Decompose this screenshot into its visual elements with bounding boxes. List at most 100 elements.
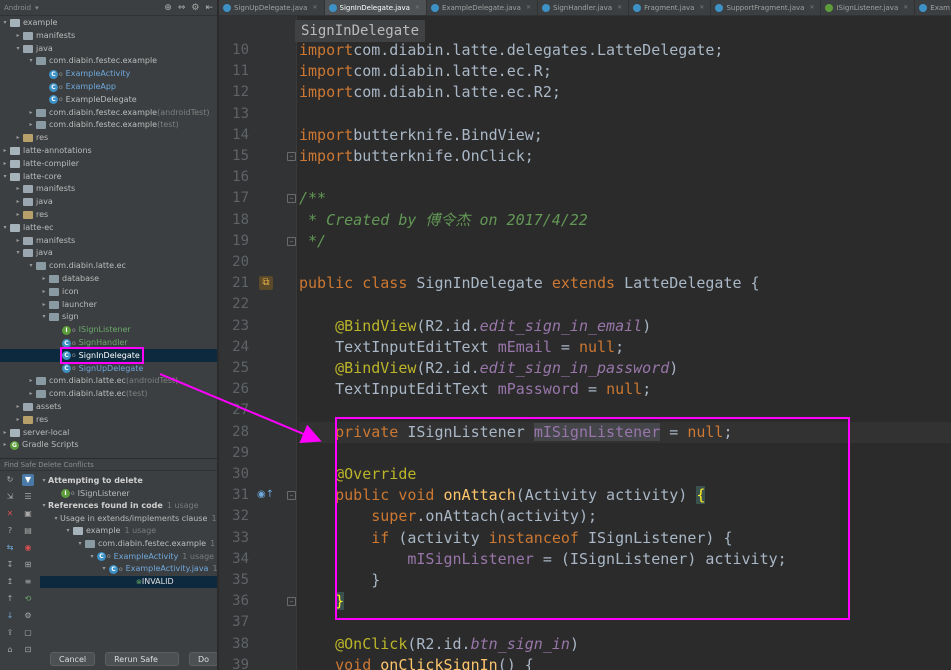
expand-arrow-icon[interactable]: ▾ bbox=[14, 43, 22, 55]
tree-item[interactable]: ▸ manifests bbox=[14, 183, 75, 195]
collapse-arrow-icon[interactable]: ▸ bbox=[27, 119, 35, 131]
fold-marker-icon[interactable]: – bbox=[287, 194, 296, 204]
code-line[interactable]: void onClickSignIn() { bbox=[299, 655, 534, 670]
editor-tab[interactable]: ExampleDelegate.java ✕ bbox=[427, 0, 538, 15]
close-tab-icon[interactable]: ✕ bbox=[617, 0, 622, 15]
tree-item[interactable]: ▸ assets bbox=[14, 401, 61, 413]
rerun-icon[interactable]: ↻ bbox=[4, 474, 16, 486]
close-tab-icon[interactable]: ✕ bbox=[699, 0, 704, 15]
collapse-all-icon[interactable]: ↥ bbox=[4, 576, 16, 588]
tree-item[interactable]: ▸ com.diabin.latte.ec (androidTest) bbox=[27, 375, 178, 387]
tree-item[interactable]: ▸ res bbox=[14, 209, 48, 221]
code-line[interactable]: @BindView(R2.id.edit_sign_in_password) bbox=[299, 358, 678, 379]
step-icon[interactable]: ⇆ bbox=[4, 542, 16, 554]
tree-item[interactable]: ▾ latte-ec bbox=[1, 222, 54, 234]
tree-item[interactable]: Co ExampleActivity bbox=[40, 68, 130, 80]
code-line[interactable]: TextInputEditText mPassword = null; bbox=[299, 379, 651, 400]
tree-item[interactable]: Io ISignListener bbox=[53, 324, 131, 336]
tree-item[interactable]: ▸ res bbox=[14, 132, 48, 144]
expand-arrow-icon[interactable]: ▾ bbox=[64, 525, 72, 537]
expand-arrow-icon[interactable]: ▾ bbox=[100, 563, 108, 575]
editor-tab[interactable]: Exam✕ bbox=[915, 0, 951, 15]
collapse-arrow-icon[interactable]: ▸ bbox=[1, 439, 9, 451]
expand-arrow-icon[interactable]: ▾ bbox=[52, 513, 60, 525]
preview-icon[interactable]: ▢ bbox=[22, 627, 34, 639]
expand-all-icon[interactable]: ↧ bbox=[4, 559, 16, 571]
sync-icon[interactable]: ⊕ bbox=[164, 3, 172, 13]
tree-item[interactable]: ▾ sign bbox=[40, 311, 79, 323]
tree-item[interactable]: ▸ com.diabin.latte.ec (test) bbox=[27, 388, 148, 400]
tree-item[interactable]: ▸ database bbox=[40, 273, 99, 285]
tree-item[interactable]: ▸ com.diabin.festec.example (androidTest) bbox=[27, 107, 209, 119]
flatten-icon[interactable]: ⊞ bbox=[22, 559, 34, 571]
tree-item[interactable]: Co ExampleDelegate bbox=[40, 94, 137, 106]
code-line[interactable]: public class SignInDelegate extends Latt… bbox=[299, 273, 760, 294]
code-line[interactable]: importbutterknife.OnClick; bbox=[299, 146, 534, 167]
sort-icon[interactable]: ≡ bbox=[22, 576, 34, 588]
conflict-item[interactable]: ▾ References found in code 1 usage bbox=[40, 500, 198, 512]
expand-arrow-icon[interactable]: ▾ bbox=[27, 260, 35, 272]
expand-arrow-icon[interactable]: ▾ bbox=[40, 475, 48, 487]
pin-tab-icon[interactable]: ⌂ bbox=[4, 644, 16, 656]
editor-tab[interactable]: Fragment.java ✕ bbox=[629, 0, 712, 15]
tree-item[interactable]: ▾ com.diabin.latte.ec bbox=[27, 260, 126, 272]
fold-marker-icon[interactable]: – bbox=[287, 236, 296, 246]
code-line[interactable]: importcom.diabin.latte.delegates.LatteDe… bbox=[299, 40, 723, 61]
group-module-icon[interactable]: ▣ bbox=[22, 508, 34, 520]
conflict-item[interactable]: ▾Usage in extends/implements clause1 usa… bbox=[52, 513, 217, 525]
fold-marker-icon[interactable]: – bbox=[287, 152, 296, 161]
tree-item[interactable]: Co SignUpDelegate bbox=[53, 363, 143, 375]
collapse-arrow-icon[interactable]: ▸ bbox=[1, 427, 9, 439]
expand-arrow-icon[interactable]: ▾ bbox=[27, 55, 35, 67]
collapse-arrow-icon[interactable]: ▸ bbox=[14, 132, 22, 144]
close-tab-icon[interactable]: ✕ bbox=[312, 0, 317, 15]
gear-icon[interactable]: ⚙ bbox=[191, 3, 199, 13]
conflict-item[interactable]: ⊗ INVALID bbox=[40, 575, 217, 588]
expand-arrow-icon[interactable]: ▾ bbox=[88, 551, 96, 563]
editor-tab[interactable]: SupportFragment.java ✕ bbox=[711, 0, 822, 15]
autoscroll-icon[interactable]: ⟲ bbox=[22, 593, 34, 605]
code-line[interactable]: @BindView(R2.id.edit_sign_in_email) bbox=[299, 316, 651, 337]
code-editor[interactable]: 10 11 12 13 14 15 16 17 18 19 20 21 22 23 24 25 26 27 28 29… bbox=[219, 16, 951, 670]
collapse-icon[interactable]: ⇔ bbox=[178, 3, 186, 13]
expand-arrow-icon[interactable]: ▾ bbox=[76, 538, 84, 550]
close-tab-icon[interactable]: ✕ bbox=[809, 0, 814, 15]
code-line[interactable]: */ bbox=[299, 231, 326, 252]
code-line[interactable]: * Created by 傅令杰 on 2017/4/22 bbox=[299, 210, 588, 231]
conflict-item[interactable]: ▾ Attempting to delete bbox=[40, 475, 142, 487]
tree-item[interactable]: Co ExampleApp bbox=[40, 81, 116, 93]
close-tab-icon[interactable]: ✕ bbox=[903, 0, 908, 15]
tree-item[interactable]: ▾ latte-core bbox=[1, 171, 62, 183]
conflict-item[interactable]: ▾CoExampleActivity.java1 usage bbox=[100, 563, 217, 575]
hide-icon[interactable]: ⇤ bbox=[205, 3, 213, 13]
tree-item[interactable]: ▾ java bbox=[14, 43, 53, 55]
rerun-safe-delete-button[interactable]: Rerun Safe Delete bbox=[105, 652, 179, 670]
tree-item[interactable]: ▸ res bbox=[14, 414, 48, 426]
conflict-item[interactable]: ▾ com.diabin.festec.example1 usage bbox=[76, 538, 217, 550]
code-line[interactable]: importcom.diabin.latte.ec.R2; bbox=[299, 82, 561, 103]
tree-item[interactable]: ▸ G Gradle Scripts bbox=[1, 439, 79, 451]
tree-item[interactable]: ▸ java bbox=[14, 196, 53, 208]
tree-item[interactable]: ▸ com.diabin.festec.example (test) bbox=[27, 119, 179, 131]
collapse-arrow-icon[interactable]: ▸ bbox=[14, 414, 22, 426]
code-line[interactable]: TextInputEditText mEmail = null; bbox=[299, 337, 624, 358]
help-icon[interactable]: ? bbox=[4, 525, 16, 537]
conflict-item[interactable]: ▾ Co ExampleActivity 1 usage bbox=[88, 551, 214, 563]
collapse-arrow-icon[interactable]: ▸ bbox=[14, 183, 22, 195]
code-line[interactable]: @OnClick(R2.id.btn_sign_in) bbox=[299, 634, 579, 655]
expand-arrow-icon[interactable]: ▾ bbox=[14, 247, 22, 259]
settings-icon[interactable]: ⚙ bbox=[22, 610, 34, 622]
collapse-arrow-icon[interactable]: ▸ bbox=[1, 145, 9, 157]
collapse-arrow-icon[interactable]: ▸ bbox=[14, 401, 22, 413]
editor-tab[interactable]: SignInDelegate.java ✕ bbox=[324, 0, 427, 15]
tree-item[interactable]: ▾ java bbox=[14, 247, 53, 259]
code-line[interactable]: importcom.diabin.latte.ec.R; bbox=[299, 61, 552, 82]
conflict-item[interactable]: ▾ example 1 usage bbox=[64, 525, 156, 537]
tree-item[interactable]: ▸ launcher bbox=[40, 299, 97, 311]
cancel-button[interactable]: Cancel bbox=[50, 652, 96, 666]
code-line[interactable]: /** bbox=[299, 188, 326, 209]
next-icon[interactable]: ↓ bbox=[4, 610, 16, 622]
chevron-down-icon[interactable]: ▾ bbox=[35, 4, 39, 12]
expand-arrow-icon[interactable]: ▾ bbox=[1, 17, 9, 29]
tree-item[interactable]: ▸ icon bbox=[40, 286, 79, 298]
